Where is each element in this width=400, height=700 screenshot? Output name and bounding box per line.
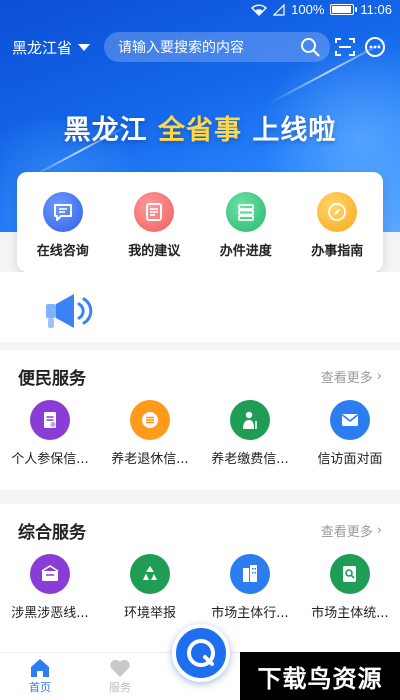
magnifier-doc-icon [330,554,370,594]
search-bar[interactable]: 请输入要搜索的内容 [104,32,330,62]
service-item[interactable]: 涉黑涉恶线... [5,554,95,621]
see-more-label: 查看更多 [320,525,373,540]
scan-icon[interactable] [334,36,356,58]
nav-label: 首页 [29,681,51,694]
service-label: 市场主体行... [211,606,289,621]
compass-icon [317,192,358,232]
quick-action-suggestion[interactable]: 我的建议 [114,192,194,259]
service-item[interactable]: 市场主体行... [205,554,295,621]
service-grid: 个人参保信... 养老退休信... 养老缴费信... 信访面对面 [0,400,400,467]
report-box-icon [30,554,70,594]
heart-icon [110,659,130,677]
banner-text-1: 黑龙江 [63,115,148,146]
clock: 11:06 [360,2,392,17]
document-icon [134,192,175,232]
insurance-doc-icon [30,400,70,440]
message-icon[interactable] [364,36,386,58]
service-item[interactable]: 环境举报 [105,554,195,621]
search-input[interactable]: 请输入要搜索的内容 [118,37,300,57]
quick-action-label: 我的建议 [128,244,181,259]
service-item[interactable]: 养老缴费信... [205,400,295,467]
chat-icon [42,192,83,232]
section-title: 综合服务 [18,523,86,543]
chevron-right-icon: › [376,369,382,384]
service-item[interactable]: 信访面对面 [305,400,395,467]
recycle-icon [130,554,170,594]
quick-action-label: 办件进度 [219,244,272,259]
quick-action-label: 在线咨询 [36,244,89,259]
top-bar: 黑龙江省 请输入要搜索的内容 [0,30,400,64]
service-label: 市场主体统... [311,606,389,621]
service-item[interactable]: 养老退休信... [105,400,195,467]
service-grid: 涉黑涉恶线... 环境举报 市场主体行... 市场主体统... [0,554,400,621]
service-label: 养老退休信... [111,452,189,467]
signal-icon [273,3,285,16]
app-logo-icon [187,639,215,667]
convenience-services-section: 便民服务 查看更多 › 个人参保信... 养老退休信... 养老缴费信... 信… [0,350,400,490]
see-more-link[interactable]: 查看更多 › [321,367,382,386]
notice-bar[interactable] [0,272,400,342]
status-bar: 100% 11:06 [0,0,400,20]
elder-person-icon [230,400,270,440]
chevron-right-icon: › [376,523,382,538]
quick-actions-card: 在线咨询 我的建议 办件进度 办事指南 [17,172,383,272]
battery-fill [332,6,352,13]
mail-icon [330,400,370,440]
service-label: 养老缴费信... [211,452,289,467]
banner-text-highlight: 全省事 [158,115,242,146]
quick-action-consult[interactable]: 在线咨询 [23,192,103,259]
nav-item-service[interactable]: 服务 [90,657,150,695]
battery-icon [330,4,358,15]
building-icon [230,554,270,594]
list-icon [225,192,266,232]
banner-headline[interactable]: 黑龙江 全省事 上线啦 [0,108,400,147]
service-label: 个人参保信... [11,452,89,467]
pension-icon [130,400,170,440]
service-item[interactable]: 市场主体统... [305,554,395,621]
search-icon[interactable] [300,37,320,57]
province-selector[interactable]: 黑龙江省 [12,37,91,58]
megaphone-icon [46,294,93,328]
nav-item-home[interactable]: 首页 [10,657,70,695]
chevron-down-icon [78,44,91,51]
service-item[interactable]: 个人参保信... [5,400,95,467]
quick-action-progress[interactable]: 办件进度 [206,192,286,259]
quick-action-label: 办事指南 [311,244,364,259]
service-label: 信访面对面 [317,452,383,467]
wifi-icon [251,3,268,16]
watermark: 下载鸟资源 [240,652,400,700]
nav-label: 服务 [109,681,131,694]
home-icon [31,659,49,677]
quick-action-guide[interactable]: 办事指南 [297,192,377,259]
center-action-button[interactable] [172,624,230,682]
service-label: 涉黑涉恶线... [11,606,89,621]
province-label: 黑龙江省 [12,39,73,57]
battery-percent: 100% [291,2,325,17]
service-label: 环境举报 [123,606,176,621]
see-more-link[interactable]: 查看更多 › [321,521,382,540]
banner-text-2: 上线啦 [252,115,337,146]
section-title: 便民服务 [18,369,86,389]
see-more-label: 查看更多 [320,371,373,386]
